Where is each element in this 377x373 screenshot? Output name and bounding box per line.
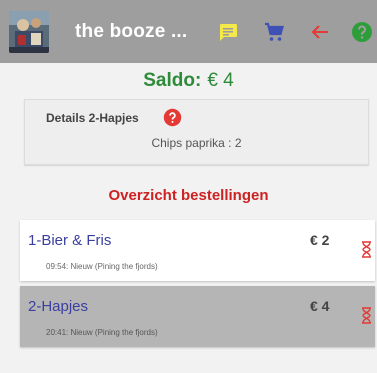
order-name: 2-Hapjes xyxy=(28,298,89,315)
group-avatar[interactable] xyxy=(9,11,49,53)
order-status: 20:41: Nieuw (Pining the fjords) xyxy=(46,328,158,337)
orders-overview-title: Overzicht bestellingen xyxy=(108,187,269,204)
order-amount: € 2 xyxy=(310,232,330,248)
order-card[interactable]: 1-Bier & Fris 09:54: Nieuw (Pining the f… xyxy=(20,220,375,281)
order-amount: € 4 xyxy=(310,298,330,314)
arrow-back-icon[interactable] xyxy=(308,20,332,44)
app-bar: the booze ... xyxy=(0,0,377,63)
balance-label: Saldo: xyxy=(143,70,202,91)
balance: Saldo: € 4 xyxy=(0,70,377,92)
order-name: 1-Bier & Fris xyxy=(28,232,112,249)
details-item: Chips paprika : 2 xyxy=(151,136,242,150)
order-card-selected[interactable]: 2-Hapjes 20:41: Nieuw (Pining the fjords… xyxy=(20,286,375,347)
shopping-cart-icon[interactable] xyxy=(262,20,286,44)
hourglass-icon xyxy=(361,241,372,258)
details-title: Details 2-Hapjes xyxy=(46,111,139,125)
balance-amount: € 4 xyxy=(207,70,234,91)
app-title: the booze ... xyxy=(75,21,188,42)
hourglass-icon xyxy=(361,307,372,324)
details-card: Details 2-Hapjes Chips paprika : 2 xyxy=(24,99,369,165)
help-icon[interactable] xyxy=(350,20,374,44)
message-icon[interactable] xyxy=(216,20,240,44)
order-status: 09:54: Nieuw (Pining the fjords) xyxy=(46,262,158,271)
details-help-icon[interactable] xyxy=(163,108,182,127)
